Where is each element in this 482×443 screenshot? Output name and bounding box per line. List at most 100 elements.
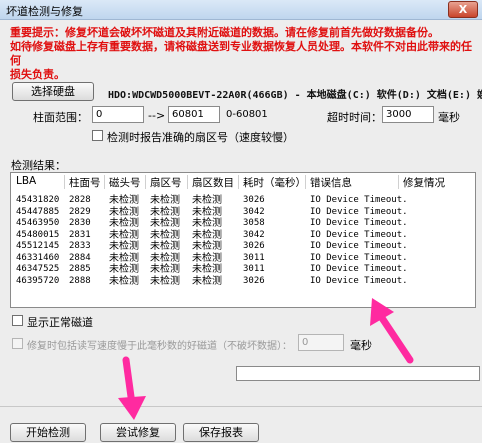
table-cell: 未检测 xyxy=(192,275,222,287)
repair-slow-checkbox[interactable] xyxy=(12,338,23,349)
table-cell: 45463950 xyxy=(16,218,60,228)
column-header[interactable]: 柱面号 xyxy=(69,175,101,191)
column-header[interactable]: 扇区号 xyxy=(150,175,182,191)
report-sector-label: 检测时报告准确的扇区号（速度较慢） xyxy=(107,131,294,144)
table-cell: 2833 xyxy=(69,241,91,251)
column-divider xyxy=(145,175,146,189)
table-cell: 3026 xyxy=(243,195,265,205)
save-report-button[interactable]: 保存报表 xyxy=(183,423,259,442)
show-normal-label: 显示正常磁道 xyxy=(27,316,93,329)
title-bar: 坏道检测与修复 X xyxy=(0,0,482,20)
table-cell: IO Device Timeout. xyxy=(310,218,408,228)
column-divider xyxy=(398,175,399,189)
table-cell: 45447885 xyxy=(16,206,60,217)
table-cell: IO Device Timeout. xyxy=(310,275,408,286)
range-start-input[interactable]: 0 xyxy=(92,106,144,123)
timeout-unit: 毫秒 xyxy=(438,111,460,124)
try-repair-button[interactable]: 尝试修复 xyxy=(100,423,176,442)
range-span: 0-60801 xyxy=(226,109,268,120)
warning-line-2: 如待修复磁盘上存有重要数据，请将磁盘送到专业数据恢复人员处理。本软件不对由此带来… xyxy=(10,40,472,67)
report-sector-checkbox[interactable] xyxy=(92,130,103,141)
column-header[interactable]: 耗时（毫秒） xyxy=(243,175,306,191)
table-cell: 3042 xyxy=(243,206,265,217)
table-cell: 未检测 xyxy=(109,206,139,218)
table-cell: 未检测 xyxy=(150,218,180,229)
column-header[interactable]: 扇区数目 xyxy=(192,175,234,191)
select-disk-button[interactable]: 选择硬盘 xyxy=(12,82,94,101)
warning-line-3: 损失负责。 xyxy=(10,68,65,81)
table-cell: 未检测 xyxy=(150,275,180,287)
table-cell: 未检测 xyxy=(192,252,222,264)
disk-info: HDO:WDCWD5000BEVT-22A0R(466GB) - 本地磁盘(C:… xyxy=(108,90,482,101)
table-cell: IO Device Timeout. xyxy=(310,252,408,263)
repair-slow-input[interactable]: 0 xyxy=(298,334,344,351)
column-header[interactable]: 修复情况 xyxy=(403,175,445,191)
table-cell: 未检测 xyxy=(192,195,222,206)
table-cell: 2831 xyxy=(69,229,91,240)
warning-text: 重要提示：修复坏道会破坏坏磁道及其附近磁道的数据。请在修复前首先做好数据备份。 … xyxy=(10,26,480,82)
table-cell: 2884 xyxy=(69,252,91,263)
table-cell: 45512145 xyxy=(16,241,60,251)
table-cell: 2885 xyxy=(69,264,91,274)
close-button[interactable]: X xyxy=(448,1,478,18)
table-cell: 2828 xyxy=(69,195,91,205)
table-cell: 3042 xyxy=(243,229,265,240)
table-cell: 45431820 xyxy=(16,195,60,205)
column-header[interactable]: LBA xyxy=(16,175,36,191)
table-cell: 未检测 xyxy=(192,218,222,229)
table-cell: 45480015 xyxy=(16,229,60,240)
table-cell: 未检测 xyxy=(109,275,139,287)
arrow-to-repair-button xyxy=(118,356,146,420)
column-divider xyxy=(187,175,188,189)
table-cell: 未检测 xyxy=(150,229,180,241)
table-cell: 46331460 xyxy=(16,252,60,263)
table-cell: 2888 xyxy=(69,275,91,286)
table-cell: 未检测 xyxy=(150,195,180,206)
table-cell: 未检测 xyxy=(150,241,180,252)
table-cell: IO Device Timeout. xyxy=(310,229,408,240)
timeout-label: 超时时间： xyxy=(327,111,382,124)
table-cell: 46347525 xyxy=(16,264,60,274)
bottom-divider xyxy=(0,406,482,407)
range-end-input[interactable]: 60801 xyxy=(168,106,220,123)
range-arrow: --> xyxy=(148,109,166,122)
table-cell: 未检测 xyxy=(109,252,139,264)
table-cell: 3026 xyxy=(243,241,265,251)
table-cell: IO Device Timeout. xyxy=(310,195,408,205)
table-cell: 未检测 xyxy=(109,241,139,252)
column-header[interactable]: 磁头号 xyxy=(109,175,141,191)
table-cell: 未检测 xyxy=(109,229,139,241)
repair-slow-unit: 毫秒 xyxy=(350,339,372,352)
table-cell: 3011 xyxy=(243,252,265,263)
table-cell: 未检测 xyxy=(109,218,139,229)
table-cell: 2830 xyxy=(69,218,91,228)
table-cell: 未检测 xyxy=(192,241,222,252)
table-cell: 未检测 xyxy=(109,264,139,275)
results-table[interactable]: LBA 柱面号 磁头号 扇区号 扇区数目 耗时（毫秒） 错误信息 修复情况 45… xyxy=(10,172,476,308)
table-cell: 未检测 xyxy=(109,195,139,206)
table-cell: 未检测 xyxy=(150,252,180,264)
table-cell: 未检测 xyxy=(192,264,222,275)
column-divider xyxy=(64,175,65,189)
column-divider xyxy=(104,175,105,189)
table-cell: 2829 xyxy=(69,206,91,217)
table-cell: 3058 xyxy=(243,218,265,228)
table-cell: 3011 xyxy=(243,264,265,274)
table-cell: 未检测 xyxy=(150,206,180,218)
start-scan-button[interactable]: 开始检测 xyxy=(10,423,86,442)
repair-slow-label: 修复时包括读写速度慢于此毫秒数的好磁道（不破坏数据）： xyxy=(27,341,292,352)
column-divider xyxy=(305,175,306,189)
warning-line-1: 重要提示：修复坏道会破坏坏磁道及其附近磁道的数据。请在修复前首先做好数据备份。 xyxy=(10,26,439,39)
column-divider xyxy=(238,175,239,189)
column-header[interactable]: 错误信息 xyxy=(310,175,352,191)
table-cell: 3026 xyxy=(243,275,265,286)
table-cell: IO Device Timeout. xyxy=(310,241,408,251)
range-label: 柱面范围： xyxy=(33,111,88,124)
window-title: 坏道检测与修复 xyxy=(6,5,83,18)
table-cell: 未检测 xyxy=(192,229,222,241)
table-cell: IO Device Timeout. xyxy=(310,264,408,274)
table-cell: 未检测 xyxy=(150,264,180,275)
table-cell: 未检测 xyxy=(192,206,222,218)
show-normal-checkbox[interactable] xyxy=(12,315,23,326)
timeout-input[interactable]: 3000 xyxy=(382,106,434,123)
